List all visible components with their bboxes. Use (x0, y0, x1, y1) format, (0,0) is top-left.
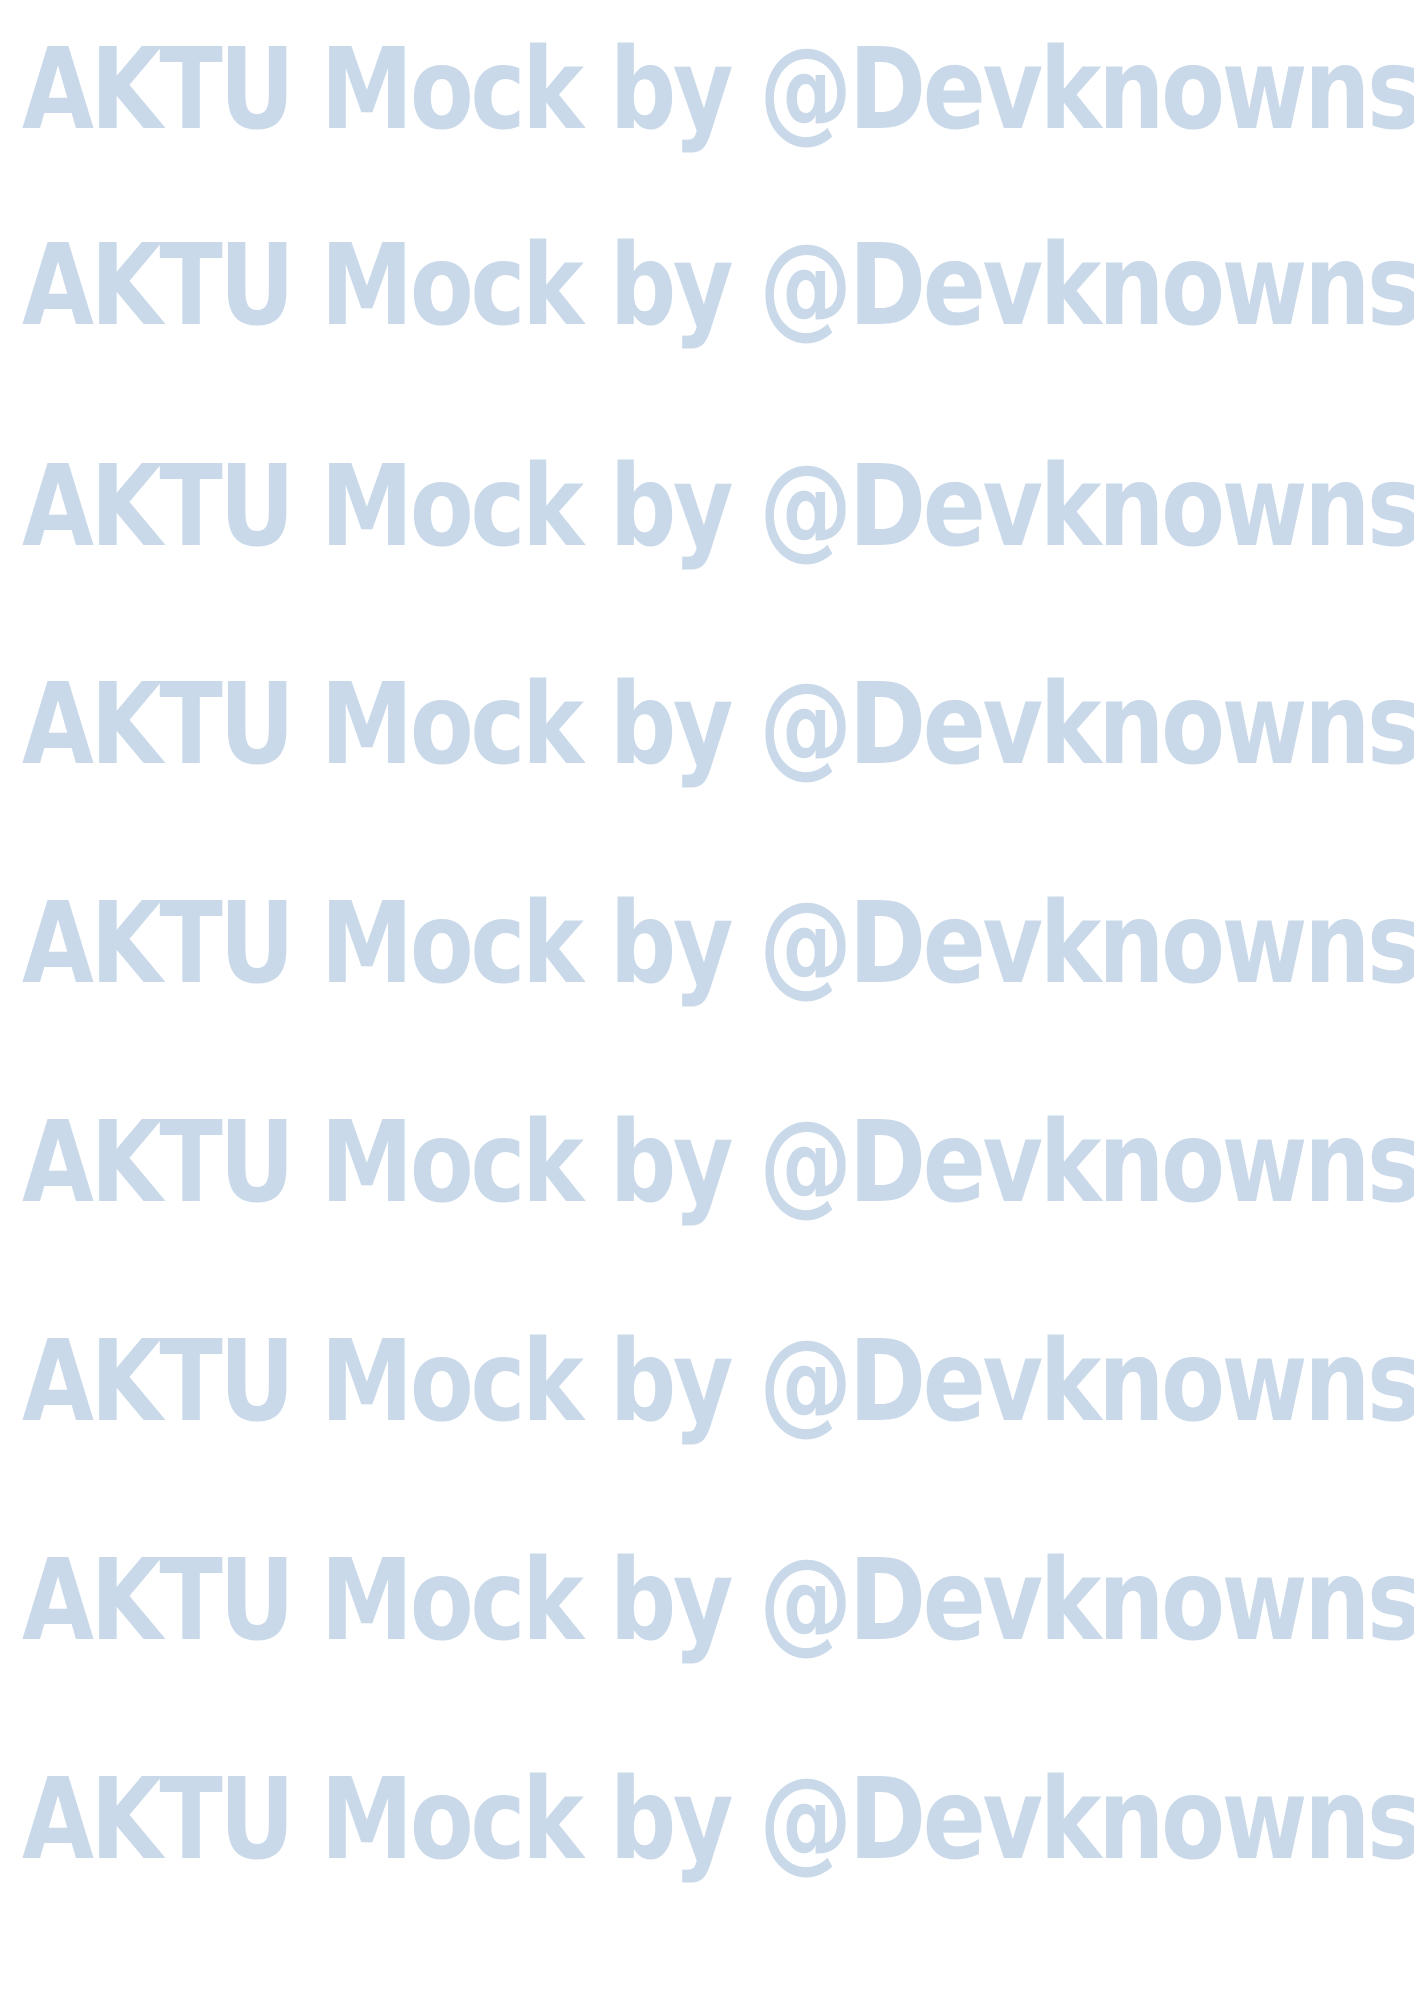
watermark-line: AKTU Mock by @Devknowns (22, 1536, 1414, 1666)
watermark-line: AKTU Mock by @Devknowns (22, 442, 1414, 572)
document-page: AKTU Mock by @Devknowns AKTU Mock by @De… (0, 0, 1414, 2000)
watermark-line: AKTU Mock by @Devknowns (22, 1098, 1414, 1228)
watermark-line: AKTU Mock by @Devknowns (22, 221, 1414, 351)
watermark-line: AKTU Mock by @Devknowns (22, 25, 1414, 155)
watermark-line: AKTU Mock by @Devknowns (22, 1755, 1414, 1885)
watermark-line: AKTU Mock by @Devknowns (22, 1317, 1414, 1447)
watermark-line: AKTU Mock by @Devknowns (22, 660, 1414, 790)
watermark-line: AKTU Mock by @Devknowns (22, 879, 1414, 1009)
